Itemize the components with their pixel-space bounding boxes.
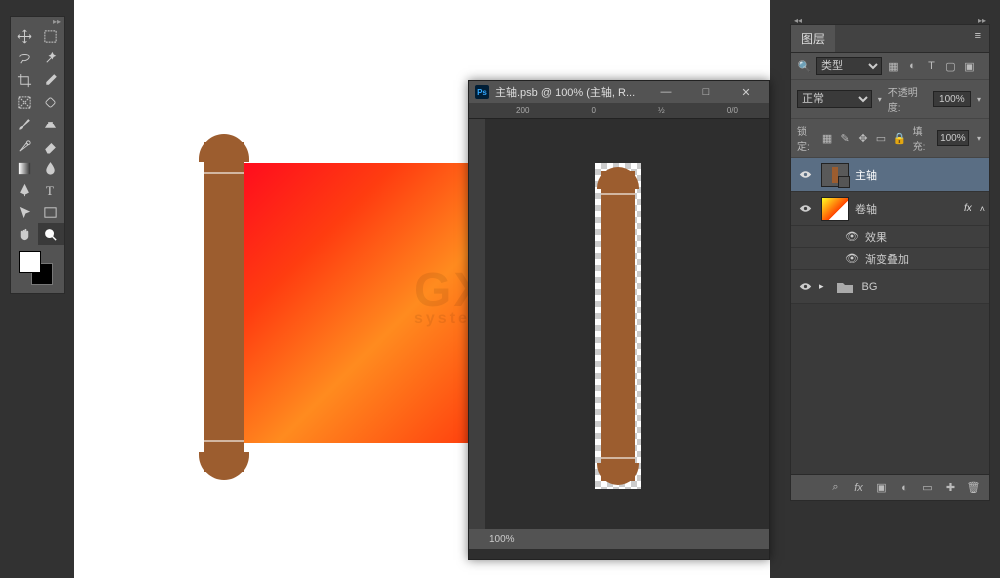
filter-kind-select[interactable]: 类型 (816, 57, 882, 75)
window-titlebar[interactable]: Ps 主轴.psb @ 100% (主轴, R... — □ ✕ (469, 81, 769, 103)
pen-tool[interactable] (11, 179, 38, 201)
window-title: 主轴.psb @ 100% (主轴, R... (495, 84, 643, 100)
layers-empty-area (791, 304, 989, 474)
zoom-tool[interactable] (38, 223, 65, 245)
folder-icon (834, 278, 856, 296)
layer-list: 主轴 卷轴 fx ˄ 👁效果 👁渐变叠加 ▸ BG (791, 158, 989, 474)
lock-all-icon[interactable]: 🔒 (893, 131, 907, 146)
healing-brush-tool[interactable] (38, 91, 65, 113)
chevron-up-icon[interactable]: ˄ (976, 204, 989, 214)
link-layers-icon[interactable]: ⌕ (828, 480, 843, 495)
layer-row[interactable]: ▸ BG (791, 270, 989, 304)
filter-pixel-icon[interactable]: ▦ (886, 59, 901, 74)
move-tool[interactable] (11, 25, 38, 47)
layer-name: 主轴 (855, 167, 989, 183)
chevron-right-icon[interactable]: ▸ (815, 281, 828, 292)
layer-row[interactable]: 主轴 (791, 158, 989, 192)
layer-style-icon[interactable]: fx (851, 480, 866, 495)
fx-badge[interactable]: fx (964, 203, 976, 214)
tools-panel: ▸▸ T (10, 16, 65, 294)
fill-value[interactable]: 100% (937, 130, 969, 146)
fill-label: 填充: (913, 123, 931, 153)
history-brush-tool[interactable] (11, 135, 38, 157)
lock-row: 锁定: ▦ ✎ ✥ ▭ 🔒 填充: 100% ▾ (791, 119, 989, 158)
marquee-tool[interactable] (38, 25, 65, 47)
panel-grip[interactable]: ◂◂▸▸ (790, 16, 990, 24)
visibility-toggle[interactable] (795, 280, 815, 293)
chevron-down-icon[interactable]: ▾ (975, 134, 983, 143)
opacity-label: 不透明度: (888, 84, 929, 114)
eraser-tool[interactable] (38, 135, 65, 157)
lock-label: 锁定: (797, 123, 815, 153)
brush-tool[interactable] (11, 113, 38, 135)
zoom-level: 100% (489, 534, 515, 545)
lasso-tool[interactable] (11, 47, 38, 69)
visibility-toggle[interactable] (795, 202, 815, 215)
status-bar: 100% (469, 529, 769, 549)
eye-icon[interactable]: 👁 (845, 252, 859, 265)
crop-tool[interactable] (11, 69, 38, 91)
blur-tool[interactable] (38, 157, 65, 179)
chevron-down-icon[interactable]: ▾ (876, 95, 884, 104)
type-tool[interactable]: T (38, 179, 65, 201)
frame-tool[interactable] (11, 91, 38, 113)
filter-smart-icon[interactable]: ▣ (962, 59, 977, 74)
layer-row[interactable]: 卷轴 fx ˄ (791, 192, 989, 226)
visibility-toggle[interactable] (795, 168, 815, 181)
magic-wand-tool[interactable] (38, 47, 65, 69)
chevron-down-icon[interactable]: ▾ (975, 95, 983, 104)
fx-label-row[interactable]: 👁效果 (791, 226, 989, 248)
eyedropper-tool[interactable] (38, 69, 65, 91)
layers-panel-wrap: ◂◂▸▸ 图层 ≡ 🔍 类型 ▦ ◐ T ▢ ▣ 正常 ▾ 不透明度: 100%… (790, 16, 990, 501)
filter-type-icon[interactable]: T (924, 59, 939, 74)
ps-app-icon: Ps (475, 85, 489, 99)
rectangle-tool[interactable] (38, 201, 65, 223)
smartobject-window: Ps 主轴.psb @ 100% (主轴, R... — □ ✕ 2000½0/… (468, 80, 770, 560)
close-button[interactable]: ✕ (729, 81, 763, 103)
layers-panel: 图层 ≡ 🔍 类型 ▦ ◐ T ▢ ▣ 正常 ▾ 不透明度: 100% ▾ 锁定… (790, 24, 990, 501)
color-swatches[interactable] (11, 245, 64, 293)
lock-position-icon[interactable]: ✥ (857, 131, 869, 146)
lock-transparency-icon[interactable]: ▦ (821, 131, 833, 146)
filter-shape-icon[interactable]: ▢ (943, 59, 958, 74)
clone-stamp-tool[interactable] (38, 113, 65, 135)
blend-mode-select[interactable]: 正常 (797, 90, 872, 108)
layer-thumbnail (821, 197, 849, 221)
smartobject-canvas[interactable] (469, 119, 769, 529)
delete-layer-icon[interactable]: 🗑 (966, 480, 981, 495)
scroll-rod-shape (601, 171, 635, 481)
path-select-tool[interactable] (11, 201, 38, 223)
hand-tool[interactable] (11, 223, 38, 245)
tools-panel-grip[interactable]: ▸▸ (11, 17, 64, 25)
layer-filter-row: 🔍 类型 ▦ ◐ T ▢ ▣ (791, 53, 989, 80)
layer-mask-icon[interactable]: ▣ (874, 480, 889, 495)
eye-icon[interactable]: 👁 (845, 230, 859, 243)
opacity-value[interactable]: 100% (933, 91, 971, 107)
group-icon[interactable]: ▭ (920, 480, 935, 495)
maximize-button[interactable]: □ (689, 81, 723, 103)
foreground-color-swatch[interactable] (19, 251, 41, 273)
scroll-rod-left (204, 142, 244, 472)
layers-footer: ⌕ fx ▣ ◐ ▭ ✚ 🗑 (791, 474, 989, 500)
adjustment-layer-icon[interactable]: ◐ (897, 480, 912, 495)
layer-thumbnail (821, 163, 849, 187)
layer-name: BG (862, 281, 989, 293)
gradient-tool[interactable] (11, 157, 38, 179)
layer-name: 卷轴 (855, 201, 964, 217)
blend-row: 正常 ▾ 不透明度: 100% ▾ (791, 80, 989, 119)
panel-menu-button[interactable]: ≡ (967, 25, 989, 52)
search-icon[interactable]: 🔍 (797, 59, 812, 74)
lock-pixels-icon[interactable]: ✎ (839, 131, 851, 146)
fx-item-row[interactable]: 👁渐变叠加 (791, 248, 989, 270)
new-layer-icon[interactable]: ✚ (943, 480, 958, 495)
tab-layers[interactable]: 图层 (791, 25, 835, 52)
filter-adjust-icon[interactable]: ◐ (905, 59, 920, 74)
svg-text:T: T (46, 183, 54, 198)
ruler-horizontal: 2000½0/0 (469, 103, 769, 119)
minimize-button[interactable]: — (649, 81, 683, 103)
lock-artboard-icon[interactable]: ▭ (875, 131, 887, 146)
